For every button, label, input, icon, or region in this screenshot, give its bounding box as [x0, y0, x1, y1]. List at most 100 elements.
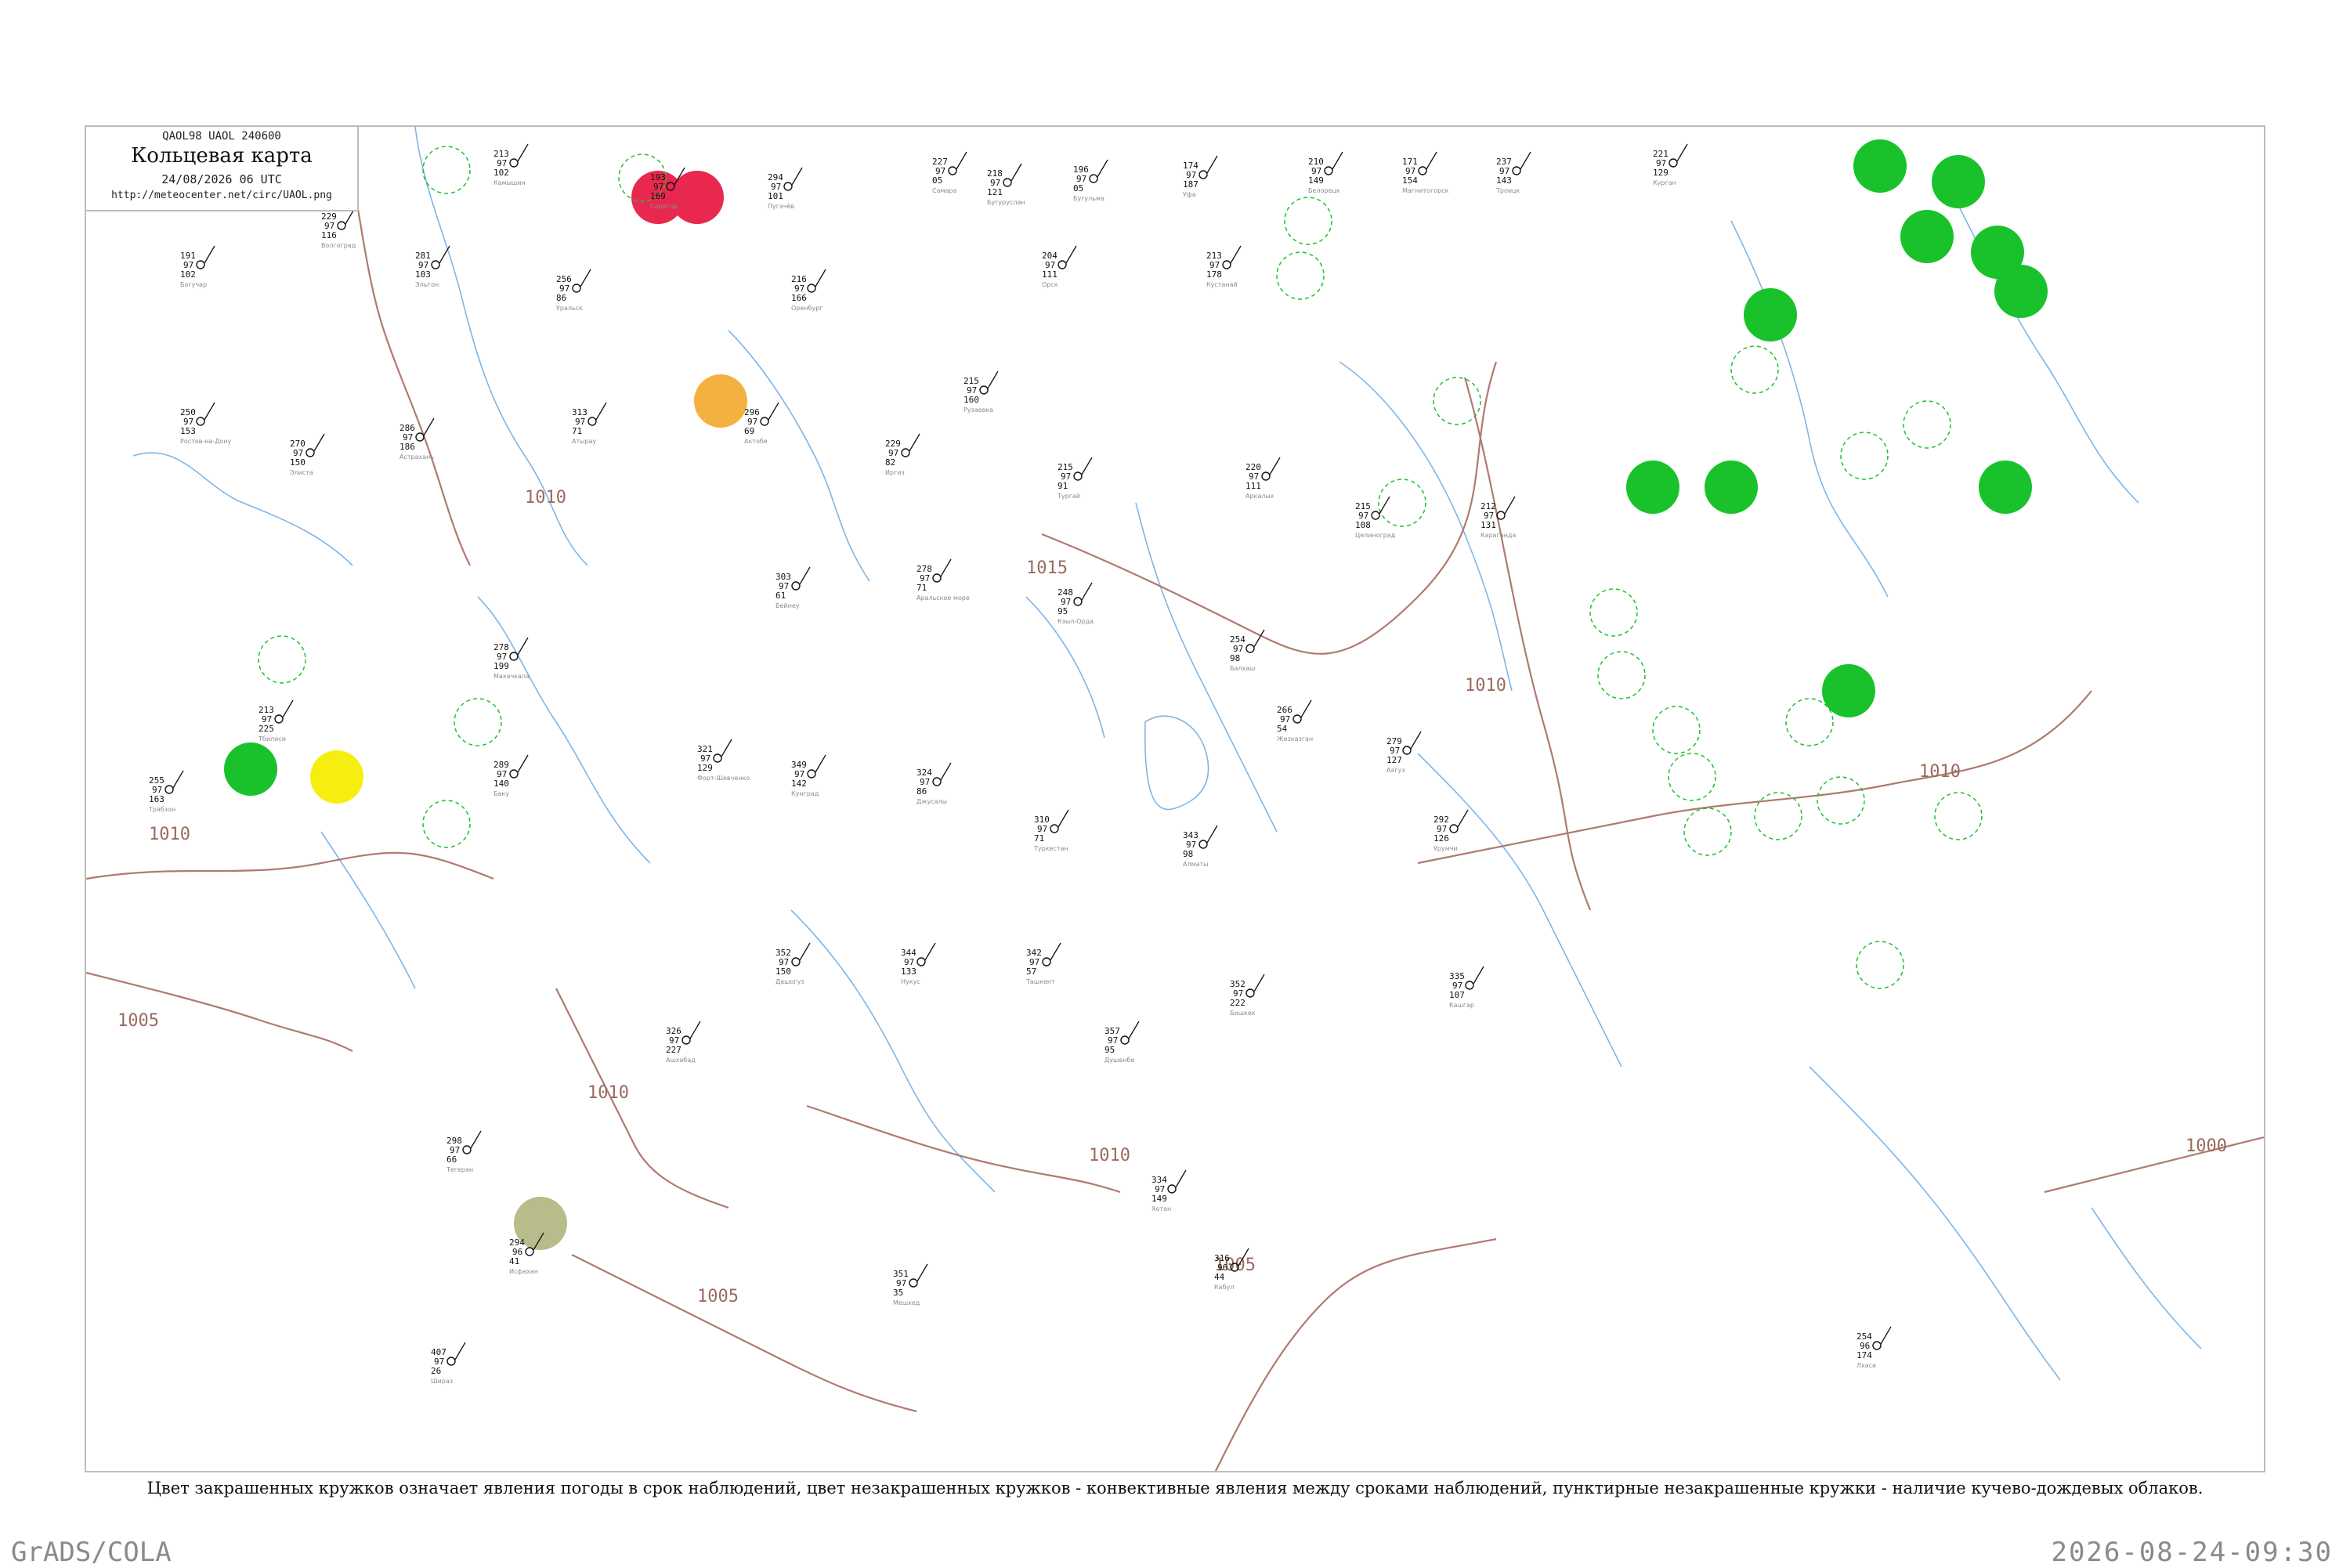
station-name: Аральское море	[916, 594, 970, 602]
station-name: Мешхед	[893, 1299, 920, 1306]
station-name: Самара	[932, 187, 957, 194]
station-name: Целиноград	[1355, 532, 1396, 539]
station-plot: 21397225Тбилиси	[258, 699, 294, 742]
station-name: Форт-Шевченко	[697, 775, 750, 782]
weather-marker-rain	[224, 742, 277, 796]
isobar-label: 1010	[1089, 1146, 1130, 1165]
wind-barb-icon	[1081, 457, 1093, 475]
wind-barb-icon	[940, 762, 952, 781]
station-dewpoint: 86	[556, 293, 566, 303]
wind-barb-icon	[1050, 942, 1061, 961]
station-circle-icon	[909, 1278, 918, 1288]
station-plot: 32697227Ашхабад	[666, 1021, 701, 1064]
station-circle-icon	[1120, 1035, 1130, 1045]
station-circle-icon	[1668, 158, 1678, 168]
cb-ring	[1785, 698, 1834, 746]
wind-barb-icon	[721, 739, 732, 757]
station-dewpoint: 41	[509, 1256, 519, 1266]
station-name: Саратов	[650, 203, 678, 210]
station-plot: 3139771Атырау	[572, 402, 607, 445]
weather-marker-rain	[1705, 461, 1758, 514]
station-name: Тургай	[1057, 493, 1080, 500]
wind-barb-icon	[204, 245, 215, 264]
wind-barb-icon	[1269, 457, 1281, 475]
station-dewpoint: 186	[400, 442, 415, 452]
station-circle-icon	[509, 158, 519, 168]
station-name: Атырау	[572, 438, 596, 445]
station-name: Нукус	[901, 978, 920, 985]
isobar-1010	[806, 1104, 1121, 1194]
station-circle-icon	[525, 1247, 534, 1256]
wind-barb-icon	[517, 143, 529, 162]
station-dewpoint: 26	[431, 1366, 441, 1376]
station-dewpoint: 107	[1449, 990, 1465, 1000]
station-plot: 3579795Душанбе	[1104, 1021, 1140, 1064]
wind-barb-icon	[1300, 699, 1312, 718]
station-dewpoint: 44	[1214, 1272, 1225, 1282]
cb-ring	[1284, 197, 1332, 245]
station-name: Баку	[494, 790, 509, 797]
weather-marker-rain	[1626, 461, 1679, 514]
station-dewpoint: 82	[885, 457, 895, 468]
station-dewpoint: 71	[572, 426, 582, 436]
wind-barb-icon	[1175, 1169, 1187, 1188]
station-plot: 28197103Эльтон	[415, 245, 450, 288]
station-dewpoint: 131	[1480, 520, 1496, 530]
cb-ring	[1683, 807, 1732, 856]
station-name: Бугуруслан	[987, 199, 1025, 206]
station-plot: 2789771Аральское море	[916, 558, 970, 602]
station-name: Кунград	[791, 790, 819, 797]
map-frame: 1010 1015 1010 1005 1010 1010 1010 1005 1005 1010…	[85, 125, 2265, 1472]
station-circle-icon	[1465, 981, 1474, 990]
weather-marker-dust	[694, 374, 747, 428]
station-circle-icon	[1371, 511, 1380, 520]
station-name: Дашогуз	[776, 978, 804, 985]
cb-ring	[1934, 792, 1983, 840]
weather-marker-rain	[1744, 288, 1797, 341]
station-circle-icon	[932, 573, 942, 583]
station-dewpoint: 71	[1034, 833, 1044, 844]
station-plot: 2669754Жезказган	[1277, 699, 1313, 742]
wind-barb-icon	[1128, 1021, 1140, 1039]
station-dewpoint: 111	[1042, 269, 1058, 280]
river-line	[477, 596, 651, 864]
station-name: Кашгар	[1449, 1002, 1474, 1009]
station-name: Кзыл-Орда	[1058, 618, 1094, 625]
station-circle-icon	[1418, 166, 1427, 175]
wind-barb-icon	[689, 1021, 701, 1039]
river-line	[728, 330, 870, 582]
station-name: Урумчи	[1434, 845, 1458, 852]
station-dewpoint: 199	[494, 661, 509, 671]
station-circle-icon	[196, 260, 205, 269]
wind-barb-icon	[1065, 245, 1077, 264]
station-dewpoint: 178	[1206, 269, 1222, 280]
cb-ring	[258, 635, 306, 684]
isobar-label: 1005	[697, 1287, 739, 1306]
station-circle-icon	[446, 1357, 456, 1366]
station-name: Бейнеу	[776, 602, 800, 609]
wind-barb-icon	[799, 566, 811, 585]
station-dewpoint: 154	[1402, 175, 1418, 186]
wind-barb-icon	[470, 1130, 482, 1149]
station-name: Туркестан	[1033, 845, 1068, 852]
wind-barb-icon	[1058, 809, 1069, 828]
station-plot: 3439798Алматы	[1183, 825, 1218, 868]
station-plot: 27097150Элиста	[290, 433, 325, 476]
station-plot: 21597108Целиноград	[1355, 496, 1396, 539]
station-plot: 2279705Самара	[932, 151, 967, 194]
wind-barb-icon	[924, 942, 936, 961]
wind-barb-icon	[204, 402, 215, 421]
station-name: Махачкала	[494, 673, 530, 680]
station-dewpoint: 95	[1058, 606, 1068, 616]
station-plot: 23797143Троицк	[1495, 151, 1531, 194]
station-circle-icon	[783, 182, 793, 191]
station-dewpoint: 54	[1277, 724, 1288, 734]
station-dewpoint: 108	[1355, 520, 1371, 530]
station-plot: 21897121Бугуруслан	[987, 163, 1025, 206]
isobar-1000	[2044, 1136, 2264, 1194]
station-name: Уральск	[556, 305, 583, 312]
wind-barb-icon	[940, 558, 952, 577]
station-plot: 25097153Ростов-на-Дону	[180, 402, 232, 445]
station-plot: 17197154Магнитогорск	[1402, 151, 1449, 194]
station-circle-icon	[196, 417, 205, 426]
